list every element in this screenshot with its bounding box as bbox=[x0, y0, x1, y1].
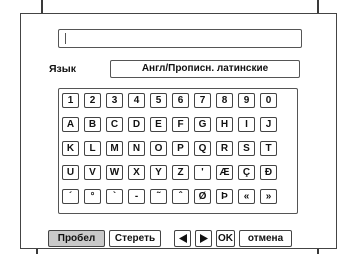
key-button[interactable]: F bbox=[172, 117, 189, 132]
key-button[interactable]: O bbox=[150, 141, 167, 156]
key-button[interactable]: 3 bbox=[106, 93, 123, 108]
delete-button[interactable]: Стереть bbox=[109, 230, 161, 247]
key-button[interactable]: P bbox=[172, 141, 189, 156]
key-button[interactable]: - bbox=[128, 189, 145, 204]
key-button[interactable]: 1 bbox=[62, 93, 79, 108]
key-button[interactable]: R bbox=[216, 141, 233, 156]
key-button[interactable]: « bbox=[238, 189, 255, 204]
language-selector[interactable]: Англ/Прописн. латинские bbox=[110, 60, 300, 78]
cancel-button[interactable]: отмена bbox=[239, 230, 292, 247]
key-button[interactable]: L bbox=[84, 141, 101, 156]
key-button[interactable]: ' bbox=[194, 165, 211, 180]
text-cursor bbox=[65, 33, 66, 44]
key-button[interactable]: 0 bbox=[260, 93, 277, 108]
key-button[interactable]: T bbox=[260, 141, 277, 156]
key-button[interactable]: D bbox=[128, 117, 145, 132]
key-button[interactable]: E bbox=[150, 117, 167, 132]
left-arrow-icon bbox=[178, 234, 187, 243]
ok-button[interactable]: OK bbox=[216, 230, 235, 247]
cursor-left-button[interactable] bbox=[174, 230, 191, 247]
key-button[interactable]: I bbox=[238, 117, 255, 132]
key-button[interactable]: Y bbox=[150, 165, 167, 180]
key-button[interactable]: V bbox=[84, 165, 101, 180]
key-button[interactable]: A bbox=[62, 117, 79, 132]
key-button[interactable]: B bbox=[84, 117, 101, 132]
key-button[interactable]: K bbox=[62, 141, 79, 156]
key-button[interactable]: ´ bbox=[62, 189, 79, 204]
key-button[interactable]: Ø bbox=[194, 189, 211, 204]
key-button[interactable]: 4 bbox=[128, 93, 145, 108]
key-button[interactable]: N bbox=[128, 141, 145, 156]
key-button[interactable]: ° bbox=[84, 189, 101, 204]
key-button[interactable]: Þ bbox=[216, 189, 233, 204]
key-button[interactable]: Q bbox=[194, 141, 211, 156]
key-button[interactable]: 5 bbox=[150, 93, 167, 108]
space-button[interactable]: Пробел bbox=[48, 230, 105, 247]
key-button[interactable]: X bbox=[128, 165, 145, 180]
key-button[interactable]: M bbox=[106, 141, 123, 156]
cursor-right-button[interactable] bbox=[195, 230, 212, 247]
key-button[interactable]: H bbox=[216, 117, 233, 132]
key-button[interactable]: 8 bbox=[216, 93, 233, 108]
key-button[interactable]: ˜ bbox=[150, 189, 167, 204]
key-button[interactable]: W bbox=[106, 165, 123, 180]
key-button[interactable]: 6 bbox=[172, 93, 189, 108]
key-button[interactable]: S bbox=[238, 141, 255, 156]
key-button[interactable]: J bbox=[260, 117, 277, 132]
right-arrow-icon bbox=[199, 234, 208, 243]
key-button[interactable]: 7 bbox=[194, 93, 211, 108]
text-input-field[interactable] bbox=[58, 29, 302, 48]
key-button[interactable]: ` bbox=[106, 189, 123, 204]
key-button[interactable]: 2 bbox=[84, 93, 101, 108]
key-button[interactable]: 9 bbox=[238, 93, 255, 108]
key-button[interactable]: U bbox=[62, 165, 79, 180]
key-button[interactable]: Æ bbox=[216, 165, 233, 180]
key-button[interactable]: C bbox=[106, 117, 123, 132]
key-button[interactable]: Ç bbox=[238, 165, 255, 180]
language-label: Язык bbox=[49, 63, 76, 75]
key-button[interactable]: Đ bbox=[260, 165, 277, 180]
key-button[interactable]: Z bbox=[172, 165, 189, 180]
key-button[interactable]: G bbox=[194, 117, 211, 132]
key-button[interactable]: » bbox=[260, 189, 277, 204]
key-button[interactable]: ˆ bbox=[172, 189, 189, 204]
bottom-button-bar: Пробел Стереть OK отмена bbox=[48, 230, 301, 247]
